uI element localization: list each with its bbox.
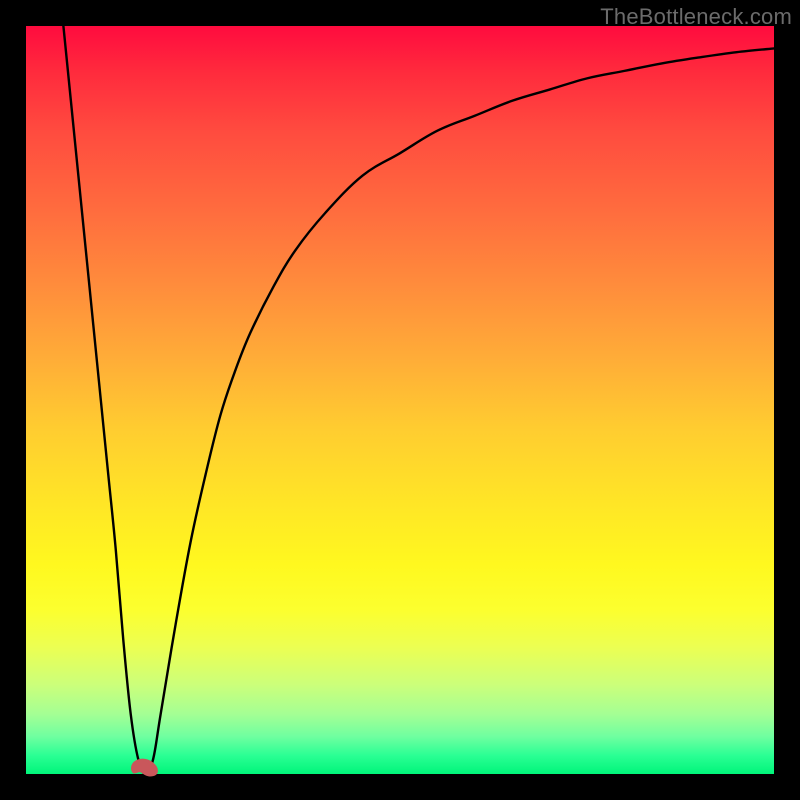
chart-stage: TheBottleneck.com (0, 0, 800, 800)
plot-area (26, 26, 774, 774)
curve-svg (26, 26, 774, 774)
curve-path (63, 26, 774, 774)
